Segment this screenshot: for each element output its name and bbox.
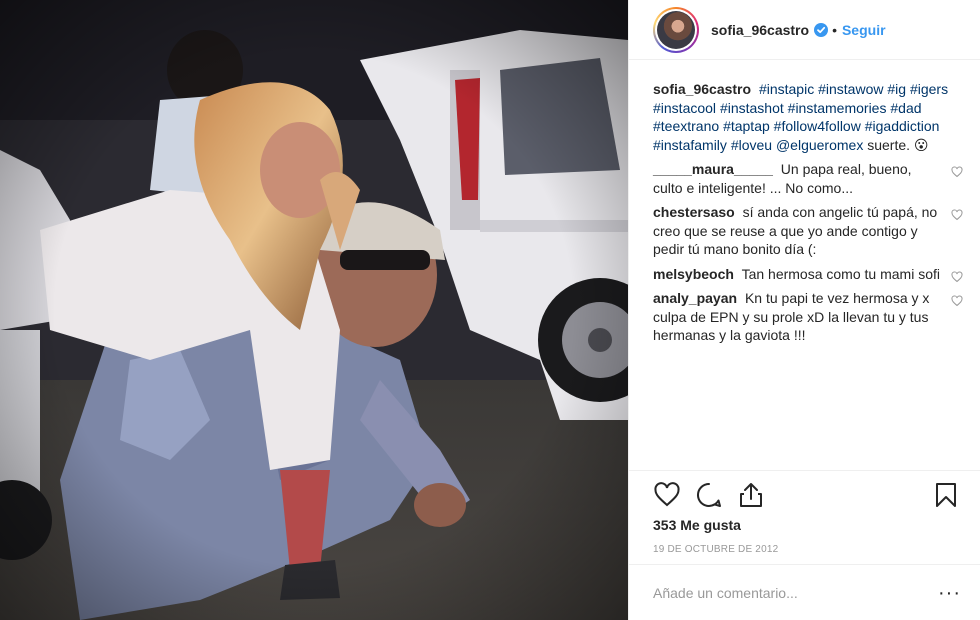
action-bar (629, 470, 980, 510)
comments-list: sofia_96castro #instapic #instawow #ig #… (653, 80, 969, 345)
comment-like-heart-icon[interactable] (951, 270, 963, 283)
heart-icon[interactable] (653, 481, 681, 509)
comment-username[interactable]: melsybeoch (653, 266, 734, 282)
comment-like-heart-icon[interactable] (951, 209, 963, 221)
follow-button[interactable]: Seguir (842, 22, 886, 38)
post-image (0, 0, 628, 620)
hashtag[interactable]: #igaddiction (865, 118, 940, 134)
hashtag[interactable]: #loveu (731, 137, 772, 153)
bookmark-icon[interactable] (932, 481, 960, 509)
avatar[interactable] (653, 6, 699, 53)
hashtag[interactable]: #taptap (723, 118, 770, 134)
post-date: 19 DE OCTUBRE DE 2012 (653, 544, 779, 555)
verified-badge-icon (814, 22, 829, 37)
hashtag[interactable]: #instashot (720, 100, 784, 116)
hashtag[interactable]: #instamemories (788, 100, 887, 116)
hashtag[interactable]: #teextrano (653, 118, 719, 134)
comment-item: analy_payan Kn tu papi te vez hermosa y … (653, 289, 969, 345)
post-caption: sofia_96castro #instapic #instawow #ig #… (653, 80, 969, 154)
hashtag[interactable]: #follow4follow (774, 118, 861, 134)
comment-input[interactable] (653, 584, 939, 601)
hashtag[interactable]: #instacool (653, 100, 716, 116)
comment-username[interactable]: chestersaso (653, 204, 735, 220)
comment-bubble-icon[interactable] (695, 481, 723, 509)
add-comment-bar: ··· (629, 564, 980, 620)
comment-username[interactable]: analy_payan (653, 290, 737, 306)
comment-item: melsybeoch Tan hermosa como tu mami sofi (653, 265, 969, 284)
comment-like-heart-icon[interactable] (951, 166, 963, 178)
comment-like-heart-icon[interactable] (951, 295, 963, 307)
comment-item: _____maura_____ Un papa real, bueno, cul… (653, 160, 969, 197)
separator-dot: • (832, 21, 837, 38)
hashtag[interactable]: #ig (887, 81, 906, 97)
hashtag[interactable]: #instafamily (653, 137, 727, 153)
post-photo[interactable] (0, 0, 628, 620)
mention-link[interactable]: @elgueromex (776, 137, 863, 153)
hashtag[interactable]: #instapic (759, 81, 814, 97)
caption-username[interactable]: sofia_96castro (653, 81, 751, 97)
likes-count[interactable]: 353 Me gusta (653, 517, 741, 533)
comment-text: Tan hermosa como tu mami sofi (741, 265, 940, 282)
header-username[interactable]: sofia_96castro (711, 22, 809, 38)
comment-item: chestersaso sí anda con angelic tú papá,… (653, 203, 969, 259)
more-options-icon[interactable]: ··· (938, 583, 961, 603)
hashtag[interactable]: #igers (910, 81, 948, 97)
hashtag[interactable]: #instawow (818, 81, 883, 97)
post-side-panel: sofia_96castro • Seguir sofia_96castro #… (628, 0, 980, 620)
share-icon[interactable] (737, 481, 765, 509)
hashtag[interactable]: #dad (890, 100, 921, 116)
caption-tail: suerte. 😮 (867, 136, 929, 153)
post-header: sofia_96castro • Seguir (629, 0, 980, 60)
comment-username[interactable]: _____maura_____ (653, 161, 773, 177)
